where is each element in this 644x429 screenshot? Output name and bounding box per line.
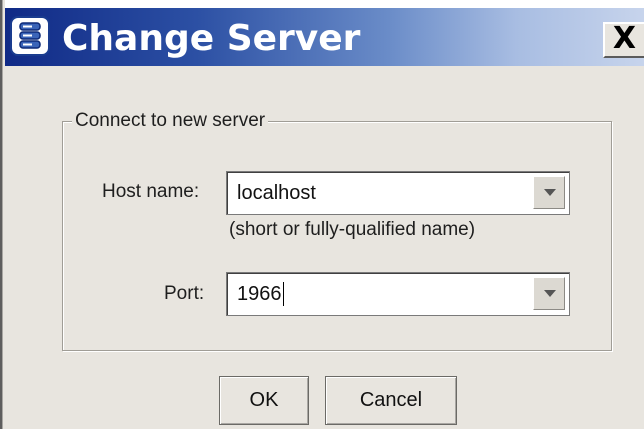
port-value: 1966 bbox=[237, 282, 282, 305]
server-app-icon bbox=[10, 16, 50, 56]
chevron-down-icon bbox=[544, 189, 556, 196]
text-caret bbox=[282, 282, 284, 306]
host-name-label: Host name: bbox=[102, 181, 200, 202]
port-dropdown-button[interactable] bbox=[533, 277, 565, 310]
port-value-wrap: 1966 bbox=[237, 273, 284, 315]
dialog-title: Change Server bbox=[62, 18, 361, 59]
host-dropdown-button[interactable] bbox=[533, 176, 565, 209]
host-name-value: localhost bbox=[237, 181, 316, 204]
change-server-dialog: Change Server X Connect to new server Ho… bbox=[0, 0, 644, 429]
ok-button[interactable]: OK bbox=[219, 376, 309, 425]
group-legend: Connect to new server bbox=[72, 110, 269, 132]
port-label: Port: bbox=[164, 283, 205, 304]
host-name-hint: (short or fully-qualified name) bbox=[229, 219, 476, 240]
close-icon[interactable]: X bbox=[603, 22, 644, 58]
chevron-down-icon bbox=[544, 290, 556, 297]
cancel-button[interactable]: Cancel bbox=[325, 376, 457, 425]
host-name-combobox[interactable]: localhost bbox=[226, 171, 570, 215]
window-top-edge bbox=[0, 0, 644, 8]
port-combobox[interactable]: 1966 bbox=[226, 272, 570, 316]
